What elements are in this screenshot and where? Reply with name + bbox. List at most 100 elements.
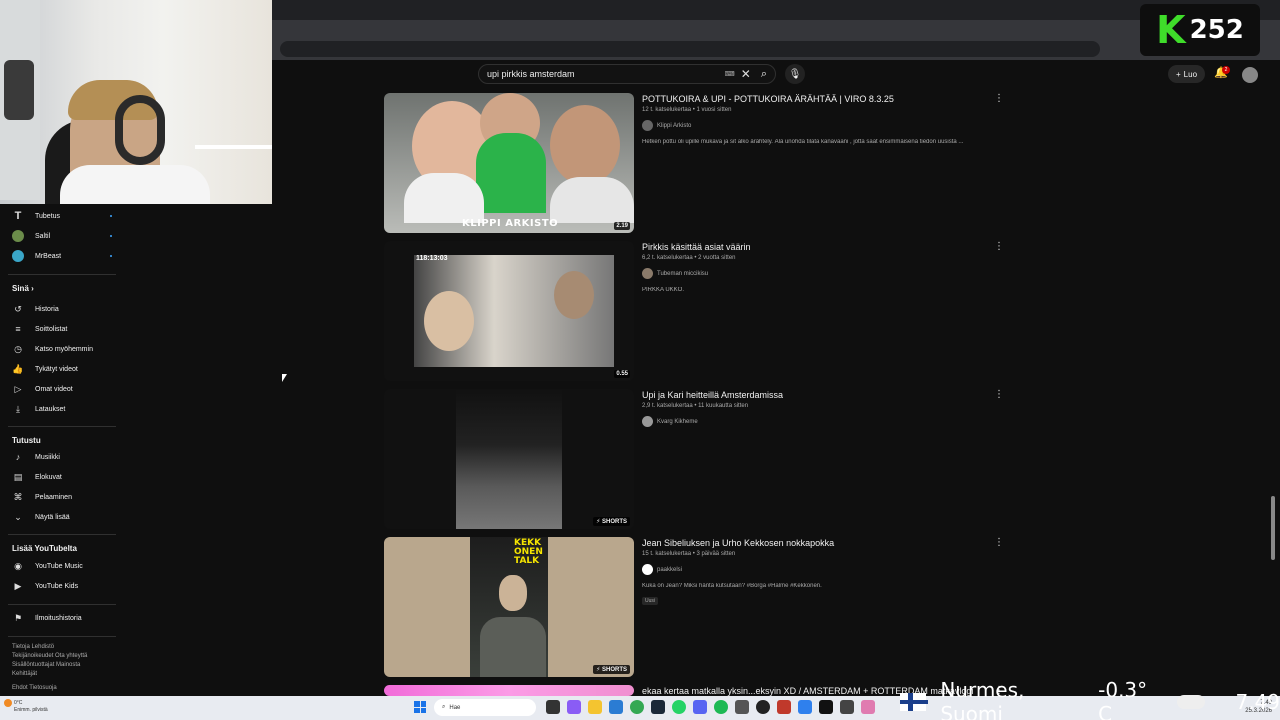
video-thumbnail[interactable]: 118:13:03 0.55 (384, 241, 634, 381)
channel-avatar[interactable] (642, 564, 653, 575)
sidebar-item-mrbeast[interactable]: MrBeast (12, 248, 112, 264)
more-options-icon[interactable]: ⋮ (994, 241, 1004, 252)
video-description: Hetken pottu oli upille mukava ja sit al… (642, 139, 964, 145)
app-icon[interactable] (861, 700, 875, 714)
file-explorer-icon[interactable] (588, 700, 602, 714)
search-result-video[interactable]: KLIPPI ARKISTO 2.19 POTTUKOIRA & UPI - P… (384, 93, 1004, 233)
sidebar-you-header[interactable]: Sinä › (12, 284, 34, 293)
copilot-icon[interactable] (567, 700, 581, 714)
obs-icon[interactable] (840, 700, 854, 714)
app-icon[interactable] (798, 700, 812, 714)
search-result-short[interactable]: KEKK ONEN TALK ⚡ SHORTS Jean Sibeliuksen… (384, 537, 1004, 677)
task-view-icon[interactable] (546, 700, 560, 714)
tubetus-avatar: T (14, 210, 22, 222)
channel-avatar[interactable] (642, 268, 653, 279)
weather-widget[interactable]: 0°C Enimm. pilvistä (14, 700, 48, 714)
footer-link-row[interactable]: Ehdot Tietosuoja (12, 684, 112, 693)
create-button[interactable]: + Luo (1168, 65, 1206, 83)
footer-link-row[interactable]: Tietoja Lehdistö (12, 643, 112, 652)
thumbnail-suit (480, 617, 546, 677)
search-box[interactable]: ⌨ ✕ ⌕ (478, 64, 776, 84)
stream-weather-overlay: Nurmes, Suomi -0.3° C 7.49 (900, 678, 1280, 720)
history-icon: ↺ (14, 303, 22, 314)
sidebar-item-label: Elokuvat (35, 473, 62, 481)
search-input[interactable] (487, 69, 725, 79)
channel-row[interactable]: Klippi Arkisto (642, 120, 982, 131)
sidebar-item-liked-videos[interactable]: 👍 Tykätyt videot (12, 361, 112, 377)
sidebar-item-label: Lataukset (35, 405, 66, 413)
sidebar-item-show-more[interactable]: ⌄ Näytä lisää (12, 509, 112, 525)
taskbar-search[interactable]: ⌕ Hae (434, 699, 536, 716)
sidebar-item-watch-later[interactable]: ◷ Katso myöhemmin (12, 341, 112, 357)
channel-row[interactable]: paakkelsi (642, 564, 982, 575)
chrome-icon[interactable] (630, 700, 644, 714)
voice-search-icon[interactable]: 🎙 (785, 64, 805, 84)
clear-search-icon[interactable]: ✕ (741, 67, 751, 81)
address-bar[interactable] (280, 41, 1100, 57)
footer-link-row[interactable]: Kehittäjät (12, 670, 112, 679)
video-title[interactable]: POTTUKOIRA & UPI - POTTUKOIRA ÄRÄHTÄÄ | … (642, 93, 982, 106)
channel-row[interactable]: Tubeman miccikisu (642, 268, 982, 279)
video-title[interactable]: Jean Sibeliuksen ja Urho Kekkosen nokkap… (642, 537, 982, 550)
sidebar-item-music[interactable]: ♪ Musiikki (12, 449, 112, 465)
sidebar-divider (8, 636, 116, 637)
sidebar-item-youtube-music[interactable]: ◉ YouTube Music (12, 558, 112, 574)
settings-icon[interactable] (735, 700, 749, 714)
shorts-badge: ⚡ SHORTS (593, 517, 630, 526)
sidebar-item-gaming[interactable]: ⌘ Pelaaminen (12, 489, 112, 505)
overlay-location: Nurmes, Suomi (940, 678, 1025, 720)
channel-name[interactable]: Kvarg Kikheme (657, 419, 698, 425)
scrollbar-thumb[interactable] (1271, 496, 1275, 560)
footer-link-row[interactable]: Sisällöntuottajat Mainosta (12, 661, 112, 670)
mail-icon[interactable] (609, 700, 623, 714)
sidebar-item-movies[interactable]: ▤ Elokuvat (12, 469, 112, 485)
channel-avatar[interactable] (642, 120, 653, 131)
sidebar-item-report-history[interactable]: ⚑ Ilmoitushistoria (12, 610, 112, 626)
video-thumbnail[interactable]: KLIPPI ARKISTO 2.19 (384, 93, 634, 233)
page-scrollbar[interactable] (1270, 60, 1276, 696)
sidebar-item-youtube-kids[interactable]: ▶ YouTube Kids (12, 578, 112, 594)
video-thumbnail[interactable]: ⚡ SHORTS (384, 389, 634, 529)
video-meta: Upi ja Kari heitteillä Amsterdamissa 2,9… (642, 389, 982, 427)
create-label: Luo (1183, 69, 1198, 79)
video-meta: Jean Sibeliuksen ja Urho Kekkosen nokkap… (642, 537, 982, 607)
sidebar-item-tubetus[interactable]: T Tubetus (12, 208, 112, 224)
more-options-icon[interactable]: ⋮ (994, 537, 1004, 548)
sidebar-item-history[interactable]: ↺ Historia (12, 301, 112, 317)
video-title[interactable]: Pirkkis käsittää asiat väärin (642, 241, 982, 254)
sidebar-footer-links: Tietoja Lehdistö Tekijänoikeudet Ota yht… (12, 643, 112, 693)
channel-name[interactable]: Klippi Arkisto (657, 123, 691, 129)
video-thumbnail[interactable] (384, 685, 634, 696)
search-result-video[interactable]: 118:13:03 0.55 Pirkkis käsittää asiat vä… (384, 241, 1004, 381)
channel-avatar[interactable] (642, 416, 653, 427)
weather-icon[interactable] (4, 699, 12, 707)
spotify-icon[interactable] (714, 700, 728, 714)
sidebar-item-your-videos[interactable]: ▷ Omat videot (12, 381, 112, 397)
search-result-short[interactable]: ⚡ SHORTS Upi ja Kari heitteillä Amsterda… (384, 389, 1004, 529)
search-icon[interactable]: ⌕ (761, 68, 767, 81)
windows-start-icon[interactable] (414, 701, 426, 713)
video-thumbnail[interactable]: KEKK ONEN TALK ⚡ SHORTS (384, 537, 634, 677)
channel-name[interactable]: paakkelsi (657, 567, 682, 573)
footer-link-row[interactable]: Tekijänoikeudet Ota yhteyttä (12, 652, 112, 661)
sidebar-item-label: Musiikki (35, 453, 60, 461)
whatsapp-icon[interactable] (672, 700, 686, 714)
x-icon[interactable] (819, 700, 833, 714)
app-icon[interactable] (756, 700, 770, 714)
saltil-avatar (12, 230, 24, 242)
sidebar-item-playlists[interactable]: ≡ Soittolistat (12, 321, 112, 337)
sidebar-divider (8, 274, 116, 275)
steam-icon[interactable] (651, 700, 665, 714)
k-counter-overlay: K 252 (1140, 4, 1260, 56)
channel-row[interactable]: Kvarg Kikheme (642, 416, 982, 427)
account-avatar[interactable] (1242, 67, 1258, 83)
video-title[interactable]: Upi ja Kari heitteillä Amsterdamissa (642, 389, 982, 402)
sidebar-item-downloads[interactable]: ⤓ Lataukset (12, 401, 112, 417)
discord-icon[interactable] (693, 700, 707, 714)
sidebar-item-saltil[interactable]: Saltil (12, 228, 112, 244)
channel-name[interactable]: Tubeman miccikisu (657, 271, 708, 277)
more-options-icon[interactable]: ⋮ (994, 93, 1004, 104)
app-icon[interactable] (777, 700, 791, 714)
keyboard-icon[interactable]: ⌨ (725, 70, 735, 78)
more-options-icon[interactable]: ⋮ (994, 389, 1004, 400)
